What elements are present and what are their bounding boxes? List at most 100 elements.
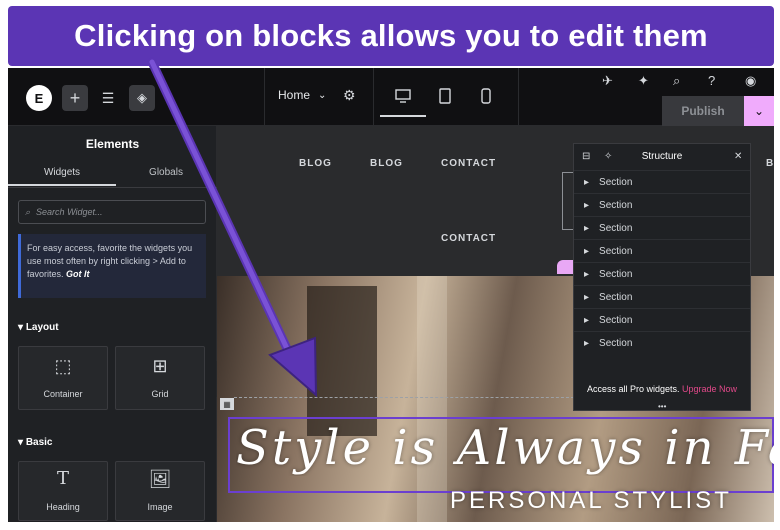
favorites-tip: For easy access, favorite the widgets yo… [18,234,206,298]
drag-handle-icon[interactable]: ••• [658,402,666,411]
elements-panel: Elements Widgets Globals ⌕ Search Widget… [8,126,217,522]
search-icon[interactable]: ⌕ [673,73,680,89]
chevron-down-icon: ⌄ [753,104,765,118]
caret-right-icon: ▸ [584,268,590,280]
caret-right-icon: ▸ [584,176,590,188]
structure-item-label: Section [599,337,633,349]
got-it-link[interactable]: Got It [66,269,90,279]
image-icon: 🖼 [148,469,172,489]
notifications-icon[interactable]: ✦ [638,73,649,89]
caret-right-icon: ▸ [584,337,590,349]
publish-button[interactable]: Publish [662,96,744,126]
upgrade-link[interactable]: Upgrade Now [682,384,737,394]
section-boundary [234,397,574,398]
caret-right-icon: ▸ [584,199,590,211]
grid-icon: ⊞ [152,356,168,376]
screenshot-frame: Clicking on blocks allows you to edit th… [0,0,780,530]
widget-label: Grid [151,389,169,399]
publish-options-button[interactable]: ⌄ [744,96,774,126]
widget-label: Heading [46,502,80,512]
widget-heading[interactable]: T Heading [18,461,108,521]
structure-item[interactable]: ▸ Section [574,216,750,239]
close-icon[interactable]: ✕ [734,151,742,162]
rocket-icon[interactable]: ✈ [602,73,613,89]
structure-item[interactable]: ▸ Section [574,331,750,354]
structure-item[interactable]: ▸ Section [574,239,750,262]
structure-footer: Access all Pro widgets. Upgrade Now [574,384,750,394]
divider [373,68,374,126]
plus-icon: + [69,87,81,108]
section-icon: ▦ [223,399,231,409]
caption-banner: Clicking on blocks allows you to edit th… [8,6,774,66]
panel-tabs: Widgets Globals [8,162,217,188]
structure-item-label: Section [599,176,633,188]
structure-item[interactable]: ▸ Section [574,262,750,285]
container-icon: ⬚ [54,356,72,376]
hero-subheadline[interactable]: PERSONAL STYLIST [450,487,732,515]
chevron-down-icon: ⌄ [318,89,327,101]
divider [264,68,265,126]
tablet-icon [439,88,451,104]
structure-title: Structure [641,151,683,162]
structure-item-label: Section [599,245,633,257]
category-label: Basic [25,437,53,448]
site-settings-button[interactable]: ☰ [95,85,121,111]
widget-label: Image [147,502,173,512]
structure-button[interactable]: ◈ [129,85,155,111]
preview-eye-icon[interactable]: ◉ [745,73,756,89]
tab-widgets[interactable]: Widgets [8,167,116,186]
caret-right-icon: ▸ [584,314,590,326]
structure-item-label: Section [599,314,633,326]
sliders-icon: ☰ [101,89,115,106]
nav-link[interactable]: BLOG [299,158,332,169]
caret-right-icon: ▸ [584,245,590,257]
pro-widgets-text: Access all Pro widgets. [586,384,680,394]
page-name: Home [278,88,311,102]
nav-link-cut[interactable]: B [766,158,774,169]
structure-item-label: Section [599,199,633,211]
edit-section-handle[interactable]: ▦ [220,398,234,410]
widget-search-input[interactable]: ⌕ Search Widget... [18,200,206,224]
search-placeholder: Search Widget... [36,207,103,217]
caret-right-icon: ▸ [584,222,590,234]
structure-item-label: Section [599,268,633,280]
add-element-button[interactable]: + [62,85,88,111]
structure-item[interactable]: ▸ Section [574,285,750,308]
layers-icon: ◈ [137,90,147,105]
hero-headline[interactable]: Style is Always in Fashion [236,420,774,476]
tab-globals[interactable]: Globals [116,167,216,178]
desktop-view-button[interactable] [380,87,426,117]
element-handle[interactable] [557,260,573,274]
divider [518,68,519,126]
category-layout[interactable]: ▾ Layout [18,322,59,333]
page-selector[interactable]: Home ⌄ [278,88,326,102]
tip-text: For easy access, favorite the widgets yo… [27,243,193,279]
panel-title: Elements [85,137,140,151]
elementor-logo[interactable]: E [26,85,52,111]
nav-link[interactable]: CONTACT [441,233,496,244]
widget-image[interactable]: 🖼 Image [115,461,205,521]
tablet-view-button[interactable] [436,87,454,105]
caret-right-icon: ▸ [584,291,590,303]
mobile-icon [481,88,491,104]
nav-link[interactable]: BLOG [370,158,403,169]
structure-item[interactable]: ▸ Section [574,308,750,331]
editor-topbar: E + ☰ ◈ Home ⌄ ⚙ ✈ ✦ ⌕ ? ◉ Publish ⌄ [8,68,774,126]
desktop-icon [395,89,411,103]
nav-link[interactable]: CONTACT [441,158,496,169]
structure-item-label: Section [599,222,633,234]
mobile-view-button[interactable] [477,87,495,105]
widget-container[interactable]: ⬚ Container [18,346,108,410]
help-icon[interactable]: ? [708,73,715,88]
widget-grid[interactable]: ⊞ Grid [115,346,205,410]
category-label: Layout [25,322,59,333]
search-icon: ⌕ [25,206,31,217]
structure-item-label: Section [599,291,633,303]
heading-icon: T [56,468,69,489]
widget-label: Container [43,389,83,399]
category-basic[interactable]: ▾ Basic [18,437,53,448]
structure-item[interactable]: ▸ Section [574,170,750,193]
structure-item[interactable]: ▸ Section [574,193,750,216]
page-settings-gear-icon[interactable]: ⚙ [343,87,356,104]
structure-panel: ⊟ ✧ Structure ✕ ▸ Section ▸ Section ▸ Secti… [573,143,751,411]
